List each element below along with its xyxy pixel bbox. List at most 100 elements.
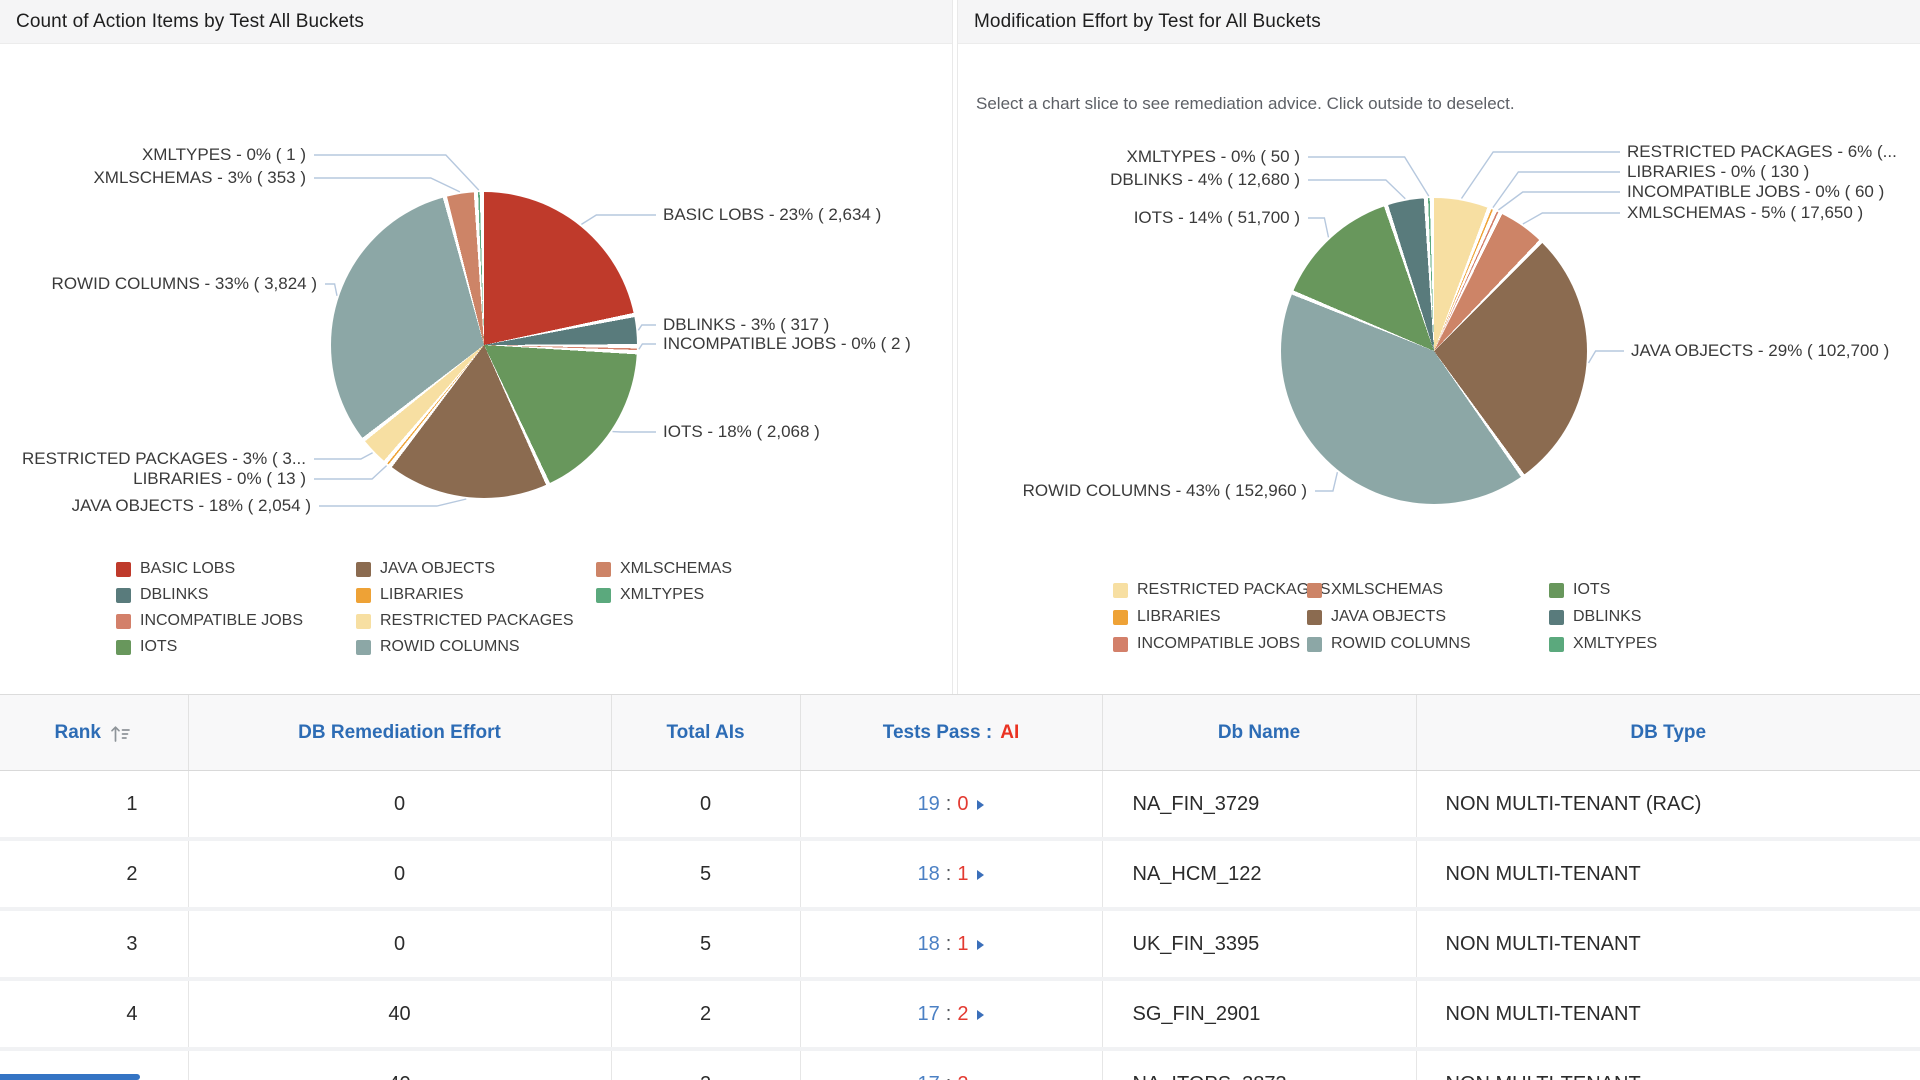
legend-swatch bbox=[596, 588, 611, 603]
remediation-effort-cell: 40 bbox=[188, 1049, 611, 1080]
legend-item[interactable]: XMLTYPES bbox=[1549, 636, 1657, 652]
legend-column: BASIC LOBS DBLINKS INCOMPATIBLE JOBS IOTS bbox=[116, 561, 303, 665]
legend-swatch bbox=[356, 614, 371, 629]
effort-pie-chart[interactable] bbox=[1281, 198, 1587, 504]
leader-line bbox=[314, 466, 387, 479]
legend-item[interactable]: XMLSCHEMAS bbox=[596, 561, 732, 577]
column-header-db-name[interactable]: Db Name bbox=[1102, 695, 1416, 771]
legend-label: RESTRICTED PACKAGES bbox=[380, 612, 574, 630]
legend-item[interactable]: INCOMPATIBLE JOBS bbox=[1113, 636, 1331, 652]
db-type-cell: NON MULTI-TENANT bbox=[1416, 839, 1920, 909]
legend-label: IOTS bbox=[1573, 581, 1610, 599]
slice-label: RESTRICTED PACKAGES - 3% ( 3... bbox=[22, 448, 306, 469]
table-row: 540217:2NA_ITOPS_3873NON MULTI-TENANT bbox=[0, 1049, 1920, 1080]
table-header-row: Rank DB Remediation Effort Total AIs Tes… bbox=[0, 695, 1920, 771]
tests-pass-cell: 18:1 bbox=[800, 839, 1102, 909]
tests-pass-count: 17 bbox=[918, 1003, 940, 1025]
legend-item[interactable]: RESTRICTED PACKAGES bbox=[1113, 582, 1331, 598]
leader-line bbox=[314, 453, 373, 459]
legend-label: LIBRARIES bbox=[380, 586, 464, 604]
legend-item[interactable]: RESTRICTED PACKAGES bbox=[356, 613, 574, 629]
legend-item[interactable]: XMLTYPES bbox=[596, 587, 732, 603]
leader-line bbox=[581, 215, 656, 224]
slice-label: XMLTYPES - 0% ( 1 ) bbox=[142, 144, 306, 165]
legend-swatch bbox=[356, 562, 371, 577]
db-name-cell: UK_FIN_3395 bbox=[1102, 909, 1416, 979]
db-type-cell: NON MULTI-TENANT (RAC) bbox=[1416, 771, 1920, 840]
legend-label: INCOMPATIBLE JOBS bbox=[1137, 635, 1300, 653]
legend-item[interactable]: LIBRARIES bbox=[356, 587, 574, 603]
remediation-effort-cell: 0 bbox=[188, 839, 611, 909]
legend-item[interactable]: ROWID COLUMNS bbox=[1307, 636, 1471, 652]
legend-label: DBLINKS bbox=[140, 586, 208, 604]
legend-swatch bbox=[1549, 610, 1564, 625]
column-header-db-type[interactable]: DB Type bbox=[1416, 695, 1920, 771]
legend-column: JAVA OBJECTS LIBRARIES RESTRICTED PACKAGES… bbox=[356, 561, 574, 665]
count-pie-chart[interactable] bbox=[331, 192, 637, 498]
panel-title: Count of Action Items by Test All Bucket… bbox=[16, 11, 364, 33]
legend-label: XMLTYPES bbox=[1573, 635, 1657, 653]
legend-swatch bbox=[1307, 610, 1322, 625]
slice-label: LIBRARIES - 0% ( 130 ) bbox=[1627, 161, 1809, 182]
legend-item[interactable]: IOTS bbox=[116, 639, 303, 655]
slice-label: XMLSCHEMAS - 5% ( 17,650 ) bbox=[1627, 202, 1863, 223]
count-chart-area: BASIC LOBS - 23% ( 2,634 )DBLINKS - 3% (… bbox=[0, 44, 952, 694]
legend-item[interactable]: ROWID COLUMNS bbox=[356, 639, 574, 655]
column-header-db-remediation-effort[interactable]: DB Remediation Effort bbox=[188, 695, 611, 771]
column-header-rank[interactable]: Rank bbox=[0, 695, 188, 771]
remediation-effort-cell: 0 bbox=[188, 909, 611, 979]
ratio-separator: : bbox=[946, 1003, 952, 1025]
slice-label: JAVA OBJECTS - 29% ( 102,700 ) bbox=[1631, 340, 1889, 361]
leader-line bbox=[1523, 213, 1620, 224]
leader-line bbox=[1589, 351, 1625, 363]
legend-item[interactable]: DBLINKS bbox=[116, 587, 303, 603]
legend-swatch bbox=[596, 562, 611, 577]
expand-triangle-icon[interactable] bbox=[977, 1010, 984, 1020]
ratio-separator: : bbox=[946, 933, 952, 955]
tests-fail-count: 2 bbox=[957, 1003, 968, 1025]
legend-label: RESTRICTED PACKAGES bbox=[1137, 581, 1331, 599]
tests-fail-count: 1 bbox=[957, 863, 968, 885]
ratio-separator: : bbox=[946, 1073, 952, 1080]
expand-triangle-icon[interactable] bbox=[977, 870, 984, 880]
legend-item[interactable]: IOTS bbox=[1549, 582, 1657, 598]
legend-column: RESTRICTED PACKAGES LIBRARIES INCOMPATIBLE… bbox=[1113, 582, 1331, 663]
tests-pass-cell: 19:0 bbox=[800, 771, 1102, 840]
leader-line bbox=[1315, 472, 1337, 491]
tests-pass-cell: 17:2 bbox=[800, 1049, 1102, 1080]
bottom-scroll-indicator[interactable] bbox=[0, 1074, 140, 1080]
column-header-total-ais[interactable]: Total AIs bbox=[611, 695, 800, 771]
legend-swatch bbox=[1113, 610, 1128, 625]
legend-column: IOTS DBLINKS XMLTYPES bbox=[1549, 582, 1657, 663]
legend-item[interactable]: JAVA OBJECTS bbox=[356, 561, 574, 577]
legend-swatch bbox=[116, 588, 131, 603]
expand-triangle-icon[interactable] bbox=[977, 940, 984, 950]
legend-label: XMLSCHEMAS bbox=[1331, 581, 1443, 599]
slice-label: ROWID COLUMNS - 33% ( 3,824 ) bbox=[52, 273, 317, 294]
legend-item[interactable]: JAVA OBJECTS bbox=[1307, 609, 1471, 625]
column-header-tests-pass[interactable]: Tests Pass :AI bbox=[800, 695, 1102, 771]
legend-column: XMLSCHEMAS XMLTYPES bbox=[596, 561, 732, 613]
legend-swatch bbox=[116, 562, 131, 577]
expand-triangle-icon[interactable] bbox=[977, 800, 984, 810]
legend-item[interactable]: BASIC LOBS bbox=[116, 561, 303, 577]
remediation-effort-cell: 0 bbox=[188, 771, 611, 840]
table-row: 440217:2SG_FIN_2901NON MULTI-TENANT bbox=[0, 979, 1920, 1049]
leader-line bbox=[1308, 218, 1329, 237]
charts-row: Count of Action Items by Test All Bucket… bbox=[0, 0, 1920, 695]
slice-label: JAVA OBJECTS - 18% ( 2,054 ) bbox=[72, 495, 311, 516]
slice-label: DBLINKS - 3% ( 317 ) bbox=[663, 314, 829, 335]
legend-item[interactable]: INCOMPATIBLE JOBS bbox=[116, 613, 303, 629]
sort-ascending-icon[interactable] bbox=[107, 721, 133, 745]
leader-line bbox=[1493, 172, 1620, 208]
remediation-effort-cell: 40 bbox=[188, 979, 611, 1049]
legend-item[interactable]: XMLSCHEMAS bbox=[1307, 582, 1471, 598]
tests-fail-count: 0 bbox=[957, 793, 968, 815]
legend-item[interactable]: DBLINKS bbox=[1549, 609, 1657, 625]
legend-label: ROWID COLUMNS bbox=[1331, 635, 1471, 653]
slice-label: IOTS - 18% ( 2,068 ) bbox=[663, 421, 820, 442]
legend-swatch bbox=[1549, 637, 1564, 652]
legend-item[interactable]: LIBRARIES bbox=[1113, 609, 1331, 625]
ai-badge: AI bbox=[1000, 722, 1019, 743]
leader-line bbox=[638, 325, 656, 330]
